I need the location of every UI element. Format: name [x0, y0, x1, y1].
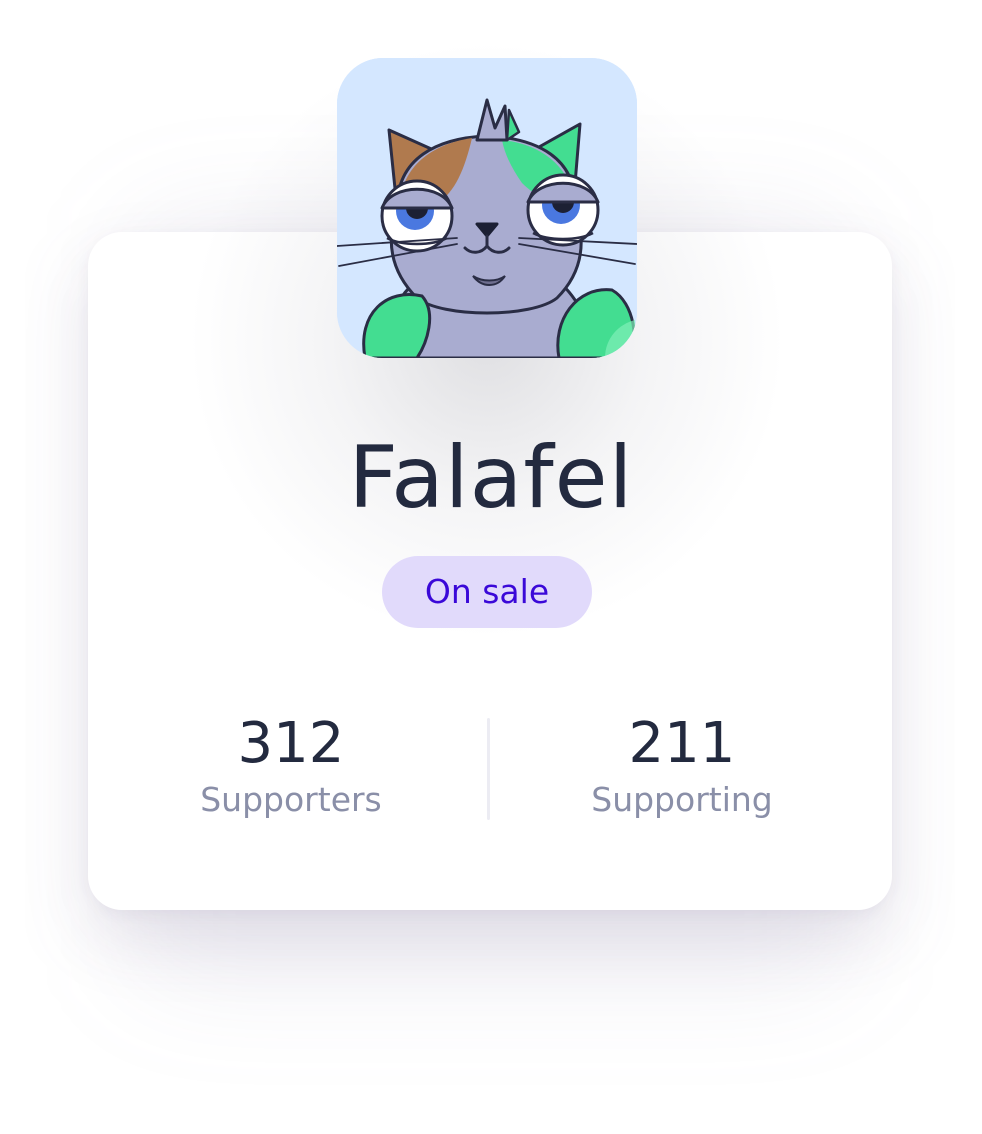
status-badge: On sale [382, 556, 592, 628]
profile-name: Falafel [348, 428, 634, 528]
stats-divider [487, 718, 490, 820]
stat-label: Supporters [200, 780, 382, 819]
stage: Falafel On sale 312 Supporters 211 Suppo… [0, 0, 982, 1134]
stat-supporting[interactable]: 211 Supporting [532, 712, 832, 824]
stat-supporters[interactable]: 312 Supporters [141, 712, 441, 824]
stat-label: Supporting [591, 780, 773, 819]
stat-value: 312 [237, 711, 345, 776]
cat-avatar[interactable] [337, 58, 637, 358]
stat-value: 211 [628, 711, 736, 776]
cat-avatar-icon [337, 58, 637, 358]
